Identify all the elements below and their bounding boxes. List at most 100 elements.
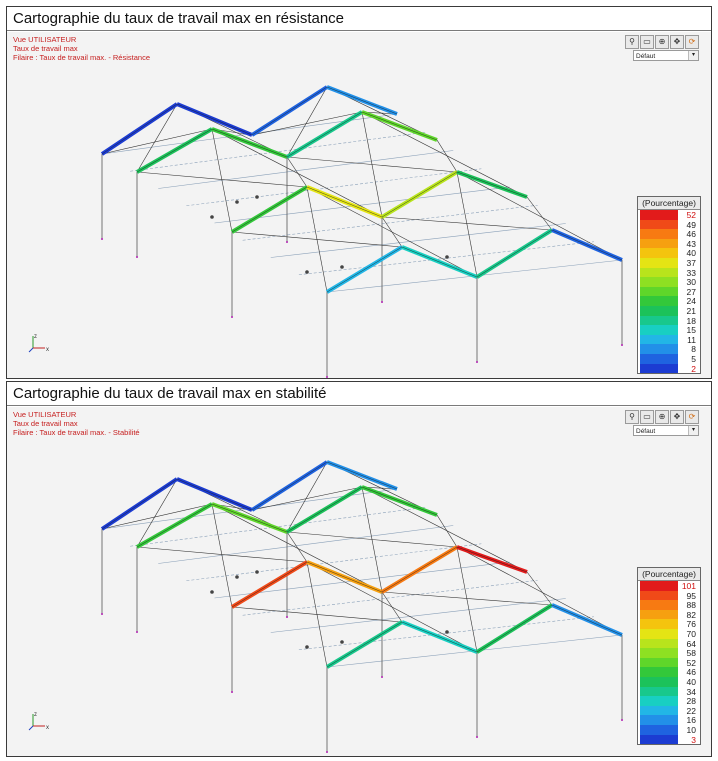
zoom-in-icon[interactable]: ⊕ [655,35,669,49]
legend-row: 52 [638,210,700,220]
legend-row: 21 [638,305,700,316]
legend-swatch [640,286,678,297]
node-marker [255,570,259,574]
legend-row: 46 [638,229,700,239]
bracing-line [361,486,383,593]
legend-swatch [640,248,678,258]
legend-row: 52 [638,657,700,668]
pan-icon[interactable]: ✥ [670,410,684,424]
rafter-outline [136,128,213,173]
legend-row: 30 [638,277,700,287]
color-legend: (Pourcentage) 101 95 88 82 76 70 64 58 52 46 40 34 2… [637,567,701,746]
bracing-line [456,171,623,261]
legend-value: 70 [686,628,696,639]
legend-row: 3 [638,734,700,745]
view-info-line: Vue UTILISATEUR [13,35,77,44]
legend-row: 5 [638,353,700,364]
view-mode-dropdown[interactable]: Défaut ▾ [633,50,699,61]
legend-row: 58 [638,648,700,658]
legend-value: 49 [686,219,696,230]
legend-row: 27 [638,286,700,297]
legend-value: 2 [691,363,696,374]
legend-row: 15 [638,325,700,335]
rafter-outline [456,171,528,198]
column-base-marker [101,238,103,240]
legend-title: (Pourcentage) [638,568,700,581]
column-base-marker [136,256,138,258]
bracing-line [286,156,308,188]
legend-swatch [640,609,678,620]
rafter-outline [101,478,178,530]
legend-swatch [640,581,678,591]
legend-row: 33 [638,267,700,278]
viewport-3d[interactable]: Vue UTILISATEUR Taux de travail max Fila… [7,32,711,378]
view-info-line: Vue UTILISATEUR [13,410,77,419]
bracing-line [456,171,478,278]
legend-row: 34 [638,686,700,697]
structure-3d-view[interactable] [7,32,711,378]
legend-value: 95 [686,590,696,601]
view-info: Vue UTILISATEUR Taux de travail max Fila… [13,35,150,62]
column-base-marker [231,316,233,318]
zoom-in-icon[interactable]: ⊕ [655,410,669,424]
legend-value: 22 [686,705,696,716]
node-marker [255,195,259,199]
rafter-outline [326,86,398,115]
legend-swatch [640,715,678,725]
viewport-3d[interactable]: Vue UTILISATEUR Taux de travail max Fila… [7,407,711,756]
legend-value: 88 [686,600,696,611]
rafter-outline [286,111,363,158]
structure-3d-view[interactable] [7,407,711,756]
view-info: Vue UTILISATEUR Taux de travail max Fila… [13,410,140,437]
pan-icon[interactable]: ✥ [670,35,684,49]
legend-value: 18 [686,315,696,326]
zoom-window-icon[interactable]: ▭ [640,35,654,49]
legend-swatch [640,734,678,745]
bracing-line [526,571,553,606]
legend-swatch [640,229,678,239]
purlin-line [158,150,454,189]
legend-row: 11 [638,334,700,345]
panel-title: Cartographie du taux de travail max en r… [7,7,711,31]
legend-row: 64 [638,638,700,649]
zoom-out-icon[interactable]: ⚲ [625,35,639,49]
view-mode-dropdown[interactable]: Défaut ▾ [633,425,699,436]
legend-value: 30 [686,277,696,288]
legend-swatch [640,238,678,249]
legend-swatch [640,648,678,658]
column-base-marker [621,719,623,721]
legend-value: 8 [691,344,696,355]
chevron-down-icon: ▾ [688,51,698,60]
node-marker [340,640,344,644]
legend-value: 40 [686,676,696,687]
legend-value: 10 [686,724,696,735]
legend-value: 64 [686,638,696,649]
column-base-marker [476,736,478,738]
legend-row: 22 [638,705,700,716]
column-base-marker [231,691,233,693]
column-base-marker [326,376,328,378]
view-info-line: Taux de travail max [13,44,78,53]
rafter-outline [231,561,308,608]
dropdown-value: Défaut [636,428,656,435]
legend-swatch [640,657,678,668]
view-info-line: Filaire : Taux de travail max. - Stabili… [13,428,140,437]
legend-title: (Pourcentage) [638,197,700,210]
legend-swatch [640,638,678,649]
bracing-line [211,503,233,608]
rotate-icon[interactable]: ⟳ [685,410,699,424]
legend-swatch [640,277,678,287]
legend-swatch [640,219,678,230]
legend-swatch [640,667,678,677]
legend-row: 82 [638,609,700,620]
bracing-line [436,139,458,173]
bracing-line [286,531,308,563]
legend-swatch [640,353,678,364]
node-marker [445,630,449,634]
axis-z-label: z [34,712,37,718]
node-marker [210,215,214,219]
zoom-out-icon[interactable]: ⚲ [625,410,639,424]
rotate-icon[interactable]: ⟳ [685,35,699,49]
bracing-line [306,186,328,293]
zoom-window-icon[interactable]: ▭ [640,410,654,424]
